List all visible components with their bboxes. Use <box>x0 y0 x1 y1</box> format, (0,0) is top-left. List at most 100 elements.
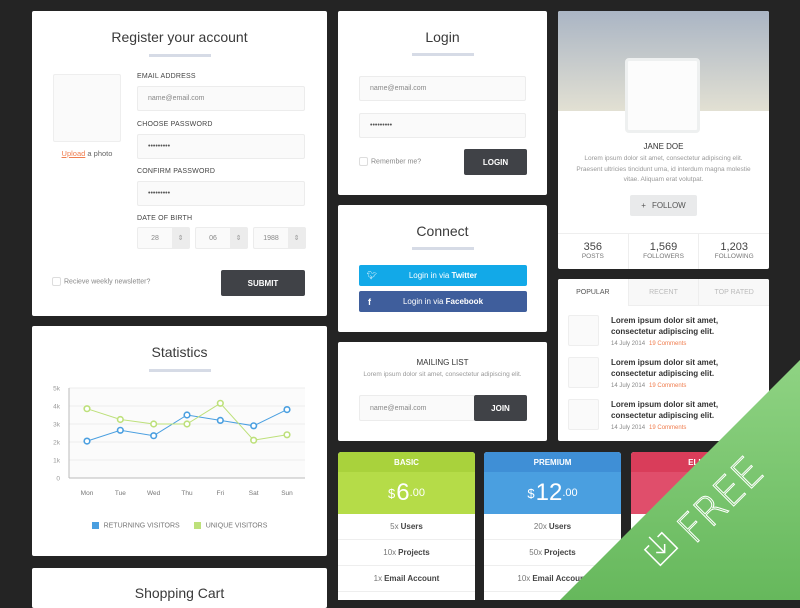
post-thumbnail <box>568 399 599 430</box>
post-title[interactable]: Lorem ipsum dolor sit amet, consectetur … <box>611 357 726 379</box>
mailing-text: Lorem ipsum dolor sit amet, consectetur … <box>363 371 522 378</box>
dob-day-stepper[interactable]: 28 ⇕ <box>137 227 190 249</box>
join-button[interactable]: JOIN <box>474 395 527 421</box>
plan-price: $12.00 <box>484 472 621 514</box>
remember-me-checkbox[interactable] <box>359 157 368 166</box>
submit-button[interactable]: SUBMIT <box>221 270 305 296</box>
post-title[interactable]: Lorem ipsum dolor sit amet, consectetur … <box>611 315 726 337</box>
login-card: Login name@email.com ••••••••• Remember … <box>338 11 547 195</box>
facebook-prefix: Login in via <box>402 297 446 306</box>
twitter-icon: 🐦︎ <box>367 271 378 280</box>
newsletter-checkbox[interactable] <box>52 277 61 286</box>
post-date: 14 July 2014 <box>611 383 646 389</box>
y-tick-label: 4k <box>53 404 61 411</box>
y-tick-label: 1k <box>53 458 61 465</box>
pricing-premium: PREMIUM $12.00 20x Users 50x Projects 10x E… <box>484 452 621 600</box>
x-tick-label: Sun <box>281 490 293 497</box>
legend-label: RETURNING VISITORS <box>103 522 180 530</box>
password-field[interactable]: ••••••••• <box>137 134 305 159</box>
dob-month-stepper[interactable]: 06 ⇕ <box>195 227 248 249</box>
posts-card: POPULAR RECENT TOP RATED Lorem ipsum dol… <box>558 279 769 441</box>
post-thumbnail <box>568 315 599 346</box>
post-item[interactable]: Lorem ipsum dolor sit amet, consectetur … <box>568 315 726 350</box>
data-point <box>83 405 91 413</box>
password-label: CHOOSE PASSWORD <box>137 121 213 128</box>
stat-label: POSTS <box>581 253 604 260</box>
statistics-card: Statistics 0 1k 2k 3k 4k 5k Mon Tue Wed Thu Fri Sat… <box>32 326 327 556</box>
plan-price: $6.00 <box>338 472 475 514</box>
mailing-email-field[interactable]: name@email.com <box>359 395 475 421</box>
post-item[interactable]: Lorem ipsum dolor sit amet, consectetur … <box>568 399 726 434</box>
stat-value: 1,569 <box>649 241 678 253</box>
title-underline <box>148 54 211 57</box>
dob-month-value: 06 <box>209 234 217 242</box>
title-underline <box>148 369 211 372</box>
data-point <box>283 406 291 414</box>
post-item[interactable]: Lorem ipsum dolor sit amet, consectetur … <box>568 357 726 392</box>
upload-photo-text: Upload a photo <box>53 149 121 158</box>
login-title: Login <box>425 29 460 45</box>
post-comments[interactable]: 19 Comments <box>649 425 686 431</box>
data-point <box>216 399 224 407</box>
email-label: EMAIL ADDRESS <box>137 73 196 80</box>
stat-followers: 1,569 FOLLOWERS <box>629 234 700 269</box>
data-point <box>150 420 158 428</box>
plan-feature: 10x Email Account <box>484 566 621 592</box>
twitter-prefix: Login in via <box>408 271 452 280</box>
stepper-arrows-icon[interactable]: ⇕ <box>230 228 247 248</box>
stat-value: 1,203 <box>720 241 748 253</box>
data-point <box>150 432 158 440</box>
shopping-cart-card: Shopping Cart <box>32 568 327 608</box>
profile-avatar[interactable] <box>625 58 700 133</box>
price-currency: $ <box>388 485 396 501</box>
post-comments[interactable]: 19 Comments <box>649 341 686 347</box>
price-amount: 12 <box>535 479 563 506</box>
newsletter-option[interactable]: Recieve weekly newsletter? <box>52 277 150 286</box>
post-comments[interactable]: 19 Comments <box>649 383 686 389</box>
register-card: Register your account Upload a photo EMA… <box>32 11 327 316</box>
stat-label: FOLLOWING <box>714 253 754 260</box>
plan-name: PREMIUM <box>484 452 621 472</box>
tab-top-rated[interactable]: TOP RATED <box>698 279 769 306</box>
stepper-arrows-icon[interactable]: ⇕ <box>288 228 305 248</box>
pricing-elite: ELITE <box>631 452 768 600</box>
plan-price <box>631 472 768 514</box>
login-email-field[interactable]: name@email.com <box>359 76 526 101</box>
legend-returning: RETURNING VISITORS <box>91 522 180 530</box>
profile-stats: 356 POSTS 1,569 FOLLOWERS 1,203 FOLLOWING <box>558 233 769 269</box>
plan-feature: 1x Email Account <box>338 566 475 592</box>
login-button[interactable]: LOGIN <box>464 149 527 175</box>
shopping-cart-title: Shopping Cart <box>134 585 225 601</box>
tab-popular[interactable]: POPULAR <box>558 279 629 306</box>
tab-recent[interactable]: RECENT <box>628 279 699 306</box>
data-point <box>116 426 124 434</box>
confirm-password-label: CONFIRM PASSWORD <box>137 168 216 175</box>
login-password-field[interactable]: ••••••••• <box>359 113 526 138</box>
email-field[interactable]: name@email.com <box>137 86 305 111</box>
twitter-login-button[interactable]: 🐦︎ Login in via Twitter <box>359 265 527 286</box>
plan-feature: 20x Users <box>484 514 621 540</box>
stepper-arrows-icon[interactable]: ⇕ <box>172 228 189 248</box>
facebook-login-button[interactable]: f Login in via Facebook <box>359 291 527 312</box>
follow-button[interactable]: + FOLLOW <box>630 195 697 216</box>
plot-area <box>69 388 305 478</box>
y-tick-label: 2k <box>53 440 61 447</box>
post-title[interactable]: Lorem ipsum dolor sit amet, consectetur … <box>611 399 726 421</box>
x-tick-label: Thu <box>181 490 193 497</box>
dob-year-value: 1988 <box>263 234 279 242</box>
statistics-chart: 0 1k 2k 3k 4k 5k Mon Tue Wed Thu Fri Sat Sun <box>53 386 305 497</box>
confirm-password-field[interactable]: ••••••••• <box>137 181 305 206</box>
photo-placeholder[interactable] <box>53 74 121 142</box>
plus-icon: + <box>641 201 646 210</box>
data-point <box>283 431 291 439</box>
x-tick-label: Mon <box>81 490 94 497</box>
data-point <box>250 422 258 430</box>
connect-card: Connect 🐦︎ Login in via Twitter f Login … <box>338 205 547 332</box>
follow-label: FOLLOW <box>651 201 686 210</box>
upload-link[interactable]: Upload <box>62 149 86 158</box>
remember-me-option[interactable]: Remember me? <box>359 157 421 166</box>
register-title: Register your account <box>111 29 248 45</box>
stat-label: FOLLOWERS <box>643 253 684 260</box>
dob-year-stepper[interactable]: 1988 ⇕ <box>253 227 306 249</box>
plan-feature: 10x Projects <box>338 540 475 566</box>
